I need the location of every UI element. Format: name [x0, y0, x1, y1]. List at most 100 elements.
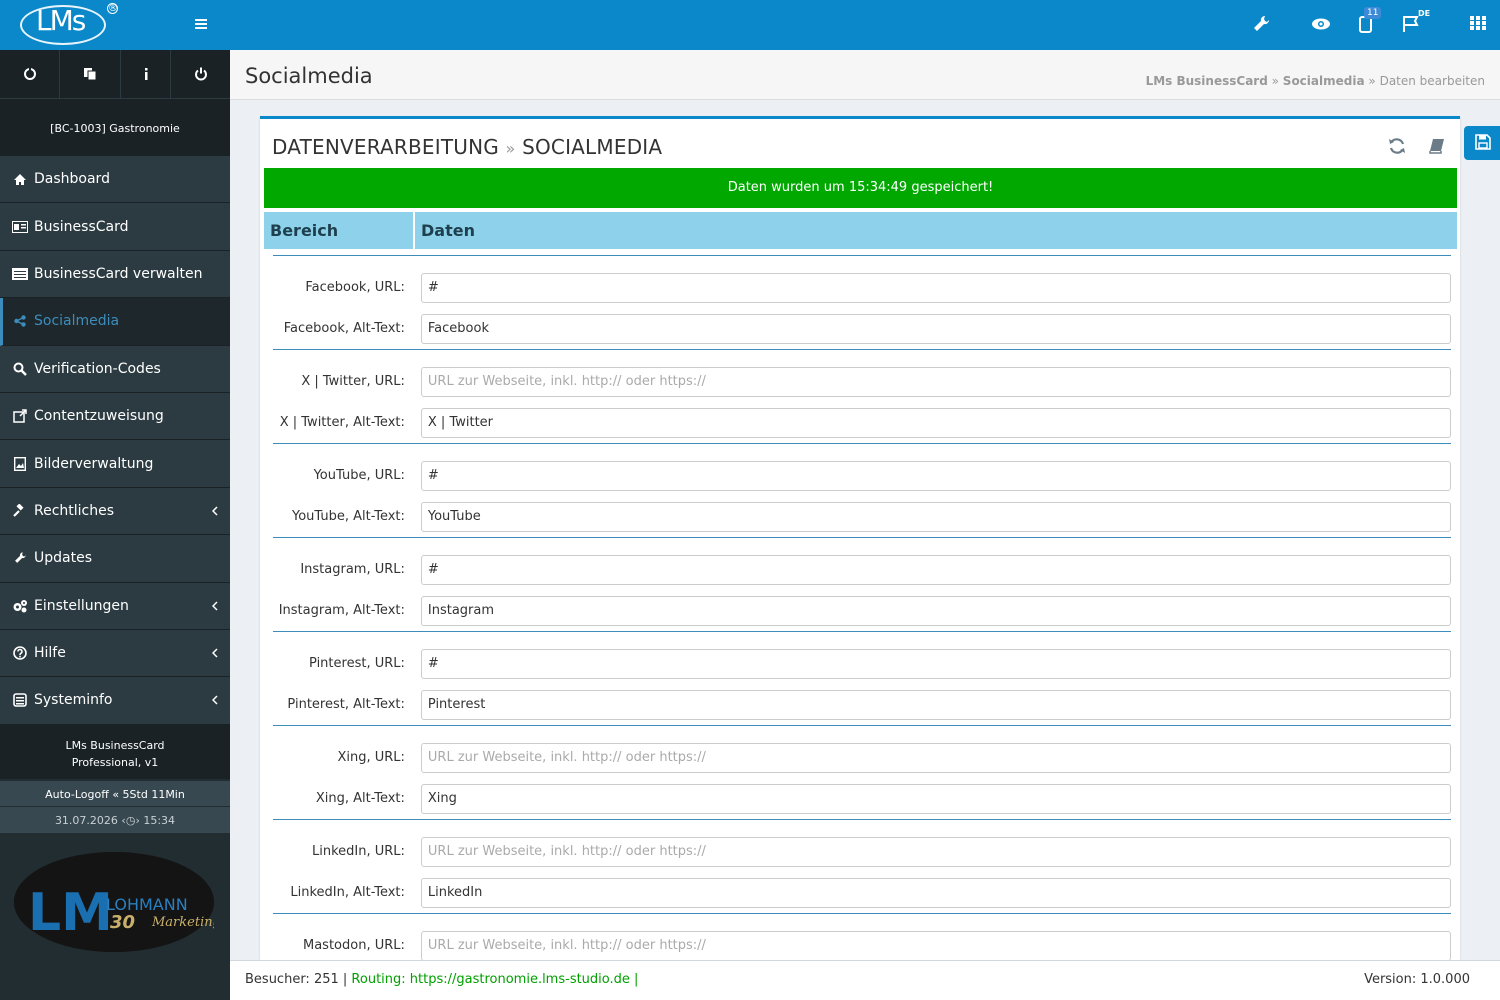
sidebar: [BC-1003] Gastronomie Dashboard Business… — [0, 50, 230, 1000]
lohmann-marketing-logo: LM LOHMANN 30 Marketing — [14, 852, 221, 952]
registered-mark: ® — [107, 3, 118, 14]
facebook-url-input[interactable] — [420, 272, 1451, 303]
info-icon[interactable] — [121, 50, 171, 98]
sidebar-item-label: Verification-Codes — [34, 360, 161, 377]
chevron-left-icon — [211, 504, 218, 520]
archive-icon — [12, 692, 28, 708]
gavel-icon — [12, 503, 28, 519]
save-button[interactable] — [1464, 126, 1500, 160]
data-box: DATENVERARBEITUNG » SOCIALMEDIA Daten wu… — [260, 116, 1460, 960]
sidebar-item-dashboard[interactable]: Dashboard — [0, 156, 230, 204]
svg-text:LM: LM — [28, 883, 113, 943]
instagram-alt-input[interactable] — [420, 595, 1451, 626]
top-navbar: LMs ® 11 DE — [0, 0, 1500, 50]
sidebar-item-label: Updates — [34, 550, 92, 567]
grid-icon[interactable] — [1469, 14, 1491, 36]
refresh-icon[interactable] — [1388, 137, 1406, 159]
facebook-alt-label: Facebook, Alt-Text: — [283, 321, 405, 336]
visitor-count: Besucher: 251 | — [245, 972, 348, 987]
wrench-icon[interactable] — [1251, 14, 1273, 36]
pinterest-alt-label: Pinterest, Alt-Text: — [287, 697, 405, 712]
field-row: Xing, Alt-Text: — [273, 778, 1451, 819]
field-row: Instagram, Alt-Text: — [273, 590, 1451, 631]
linkedin-alt-input[interactable] — [420, 877, 1451, 908]
instagram-url-input[interactable] — [420, 554, 1451, 585]
breadcrumb-item-home[interactable]: LMs BusinessCard — [1146, 74, 1268, 88]
field-row: LinkedIn, URL: — [273, 831, 1451, 872]
xing-url-label: Xing, URL: — [337, 750, 405, 765]
sidebar-item-businesscard-verwalten[interactable]: BusinessCard verwalten — [0, 250, 230, 299]
notification-badge: 11 — [1364, 7, 1382, 19]
sidebar-item-label: Contentzuweisung — [34, 408, 164, 425]
sidebar-item-updates[interactable]: Updates — [0, 535, 230, 583]
book-icon[interactable] — [1428, 137, 1446, 159]
field-group-pinterest: Pinterest, URL: Pinterest, Alt-Text: — [273, 631, 1451, 725]
breadcrumb: LMs BusinessCard » Socialmedia » Daten b… — [1146, 74, 1485, 88]
column-header-bereich: Bereich — [264, 212, 415, 249]
sidebar-item-rechtliches[interactable]: Rechtliches — [0, 487, 230, 536]
field-group-facebook: Facebook, URL: Facebook, Alt-Text: — [273, 255, 1451, 349]
sidebar-item-businesscard[interactable]: BusinessCard — [0, 203, 230, 251]
product-info: LMs BusinessCard Professional, v1 — [0, 725, 230, 779]
mastodon-url-input[interactable] — [420, 930, 1451, 960]
time: 15:34 — [143, 813, 176, 827]
twitter-url-input[interactable] — [420, 366, 1451, 397]
breadcrumb-separator-icon: » — [1368, 74, 1376, 88]
date: 31.07.2026 — [54, 813, 118, 827]
svg-text:30: 30 — [110, 912, 135, 933]
twitter-alt-input[interactable] — [420, 407, 1451, 438]
page-title: Socialmedia — [245, 64, 373, 88]
sidebar-item-label: Dashboard — [34, 171, 110, 188]
copy-icon[interactable] — [60, 50, 121, 98]
sidebar-item-contentzuweisung[interactable]: Contentzuweisung — [0, 392, 230, 441]
chevron-right-icon: › — [135, 813, 140, 827]
menu-toggle-icon[interactable] — [195, 17, 211, 33]
field-row: Pinterest, URL: — [273, 643, 1451, 684]
breadcrumb-item-socialmedia[interactable]: Socialmedia — [1283, 74, 1365, 88]
content-header: Socialmedia LMs BusinessCard » Socialmed… — [230, 50, 1500, 100]
success-alert: Daten wurden um 15:34:49 gespeichert! — [264, 168, 1457, 208]
chevron-left-icon — [211, 693, 218, 709]
linkedin-url-input[interactable] — [420, 836, 1451, 867]
refresh-icon[interactable] — [0, 50, 60, 98]
language-indicator[interactable]: DE — [1418, 9, 1430, 18]
product-line1: LMs BusinessCard — [65, 738, 165, 752]
field-group-mastodon: Mastodon, URL: — [273, 913, 1451, 960]
sidebar-item-bilderverwaltung[interactable]: Bilderverwaltung — [0, 440, 230, 488]
sidebar-item-label: BusinessCard verwalten — [34, 265, 203, 282]
youtube-url-label: YouTube, URL: — [313, 468, 405, 483]
facebook-alt-input[interactable] — [420, 313, 1451, 344]
sidebar-item-verification-codes[interactable]: Verification-Codes — [0, 345, 230, 393]
field-row: Pinterest, Alt-Text: — [273, 684, 1451, 725]
sidebar-item-label: Bilderverwaltung — [34, 455, 154, 472]
eye-icon[interactable] — [1310, 14, 1332, 36]
xing-alt-input[interactable] — [420, 783, 1451, 814]
sidebar-item-socialmedia[interactable]: Socialmedia — [0, 298, 230, 346]
sidebar-item-einstellungen[interactable]: Einstellungen — [0, 582, 230, 630]
box-title: DATENVERARBEITUNG » SOCIALMEDIA — [272, 135, 662, 159]
pinterest-url-input[interactable] — [420, 648, 1451, 679]
box-tools — [1388, 137, 1446, 159]
wrench-icon — [12, 550, 28, 566]
youtube-url-input[interactable] — [420, 460, 1451, 491]
sidebar-item-systeminfo[interactable]: Systeminfo — [0, 677, 230, 725]
field-group-instagram: Instagram, URL: Instagram, Alt-Text: — [273, 537, 1451, 631]
sidebar-item-label: Systeminfo — [34, 692, 113, 709]
sidebar-item-hilfe[interactable]: Hilfe — [0, 629, 230, 678]
pinterest-alt-input[interactable] — [420, 689, 1451, 720]
sidebar-toolbar — [0, 50, 230, 98]
youtube-alt-input[interactable] — [420, 501, 1451, 532]
xing-alt-label: Xing, Alt-Text: — [315, 791, 405, 806]
sidebar-item-label: Einstellungen — [34, 597, 129, 614]
routing-link[interactable]: Routing: https://gastronomie.lms-studio.… — [351, 972, 638, 987]
sidebar-footer: LMs BusinessCard Professional, v1 Auto-L… — [0, 724, 230, 833]
field-group-xing: Xing, URL: Xing, Alt-Text: — [273, 725, 1451, 819]
image-icon — [12, 456, 28, 472]
field-row: Facebook, Alt-Text: — [273, 308, 1451, 349]
power-icon[interactable] — [171, 50, 230, 98]
client-name: [BC-1003] Gastronomie — [0, 98, 230, 156]
auto-logoff-label: Auto-Logoff — [45, 787, 109, 801]
field-row: Xing, URL: — [273, 737, 1451, 778]
xing-url-input[interactable] — [420, 742, 1451, 773]
field-group-twitter: X | Twitter, URL: X | Twitter, Alt-Text: — [273, 349, 1451, 443]
